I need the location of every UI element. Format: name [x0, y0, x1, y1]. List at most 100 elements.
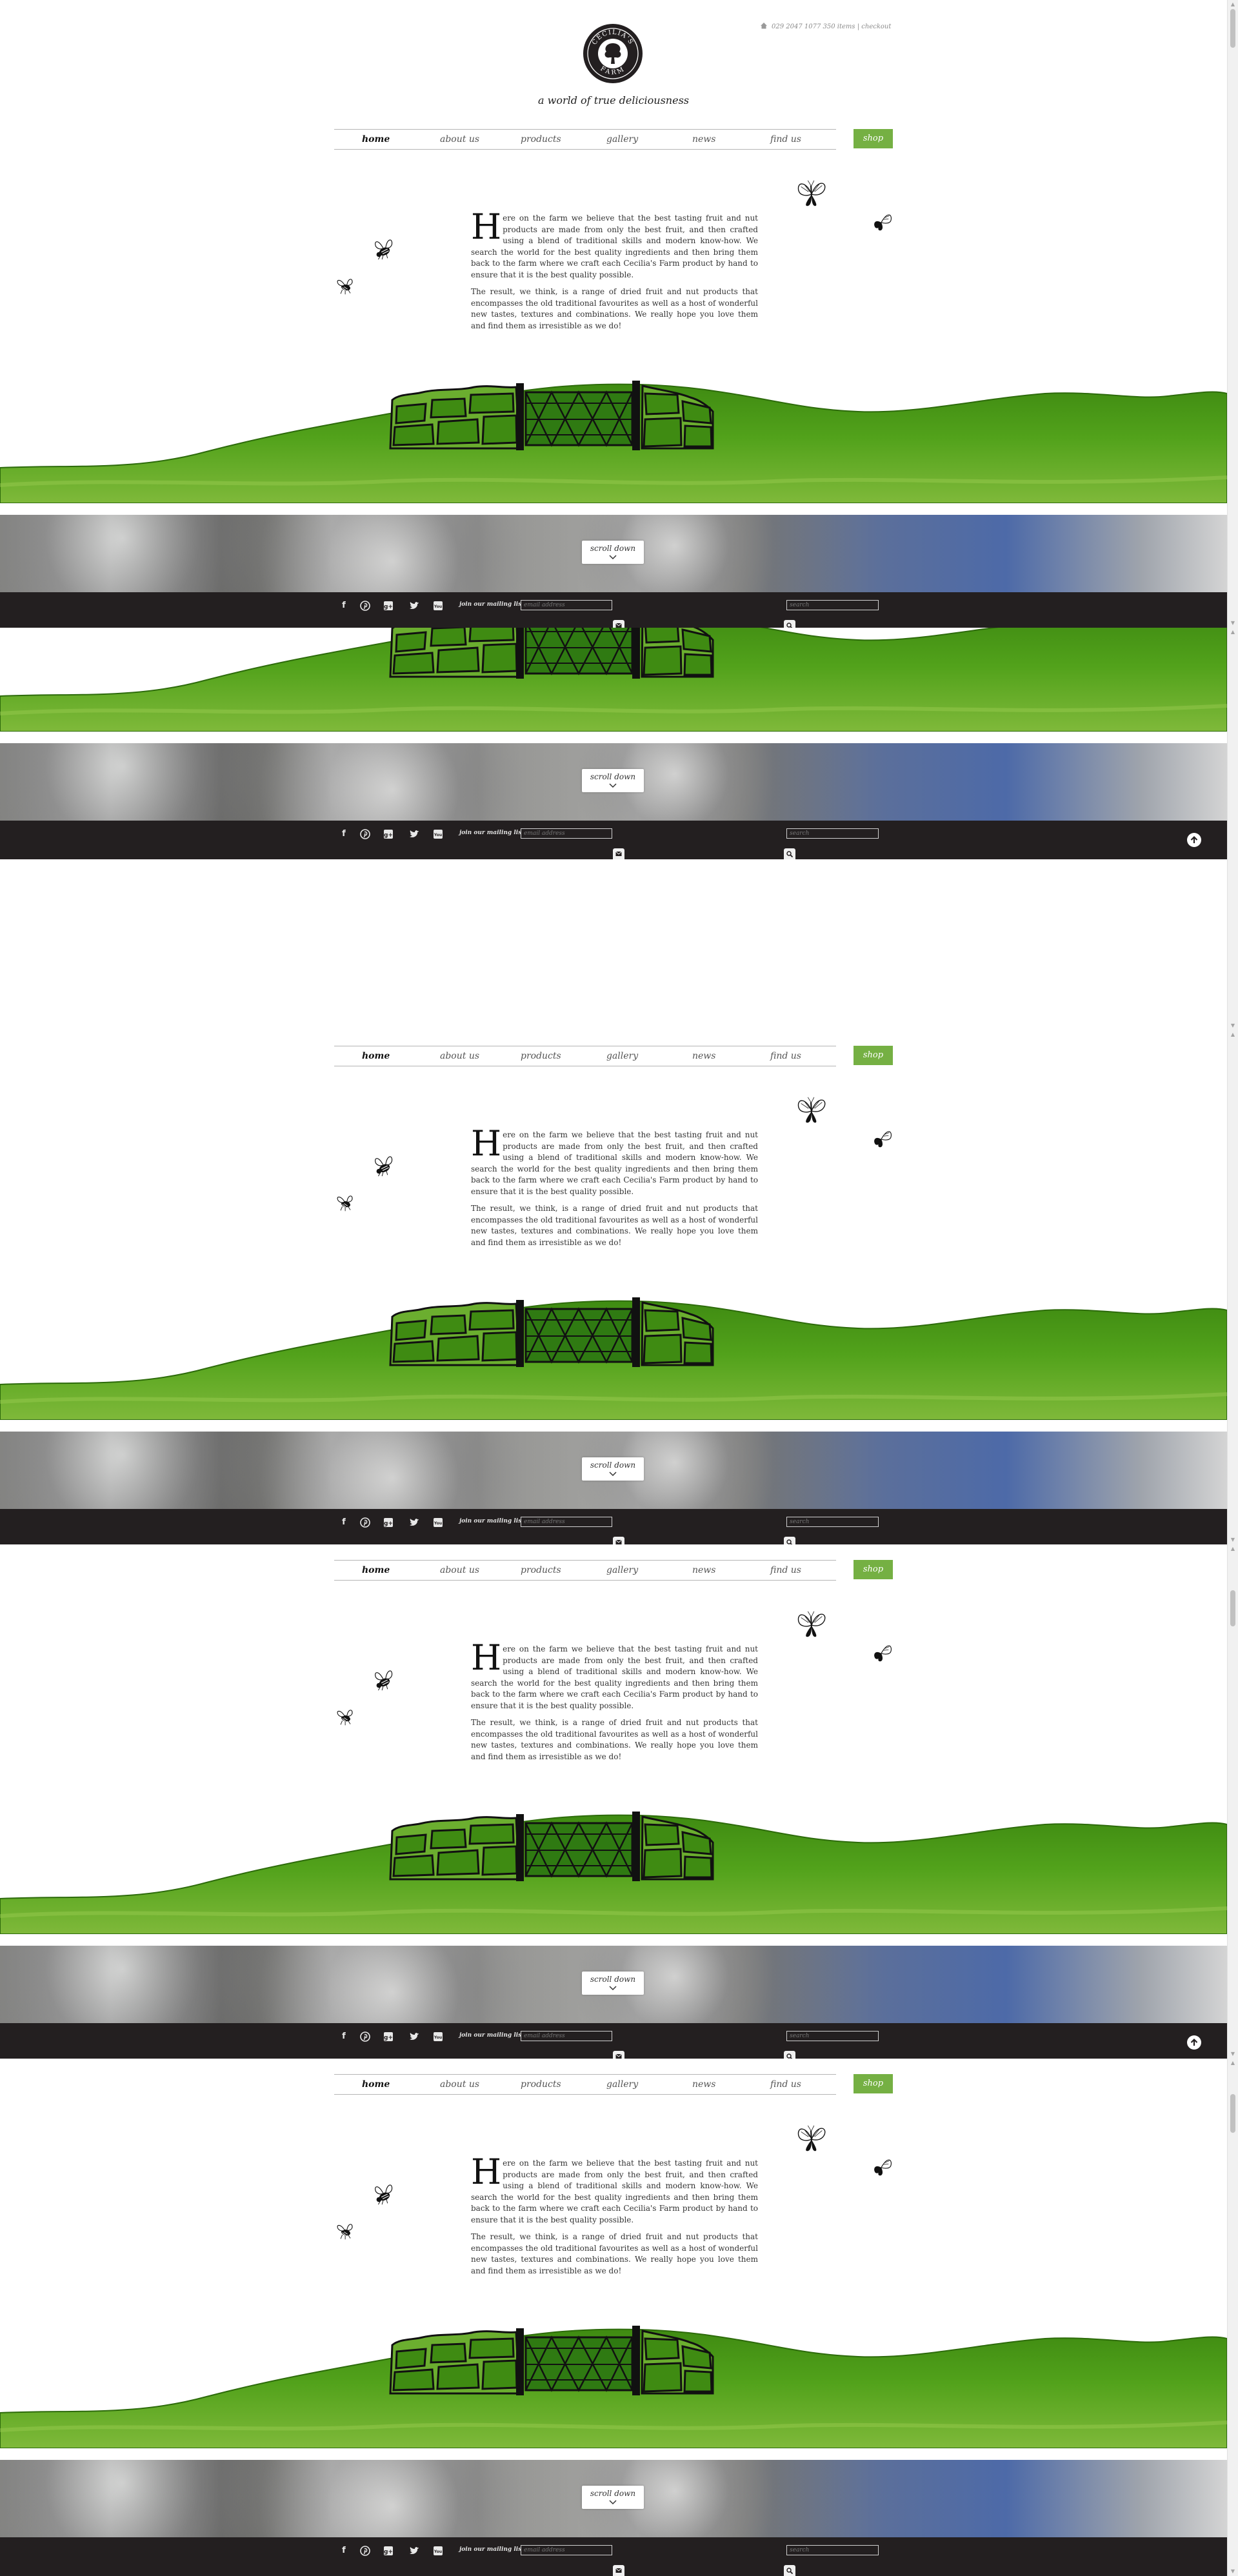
search-submit-button[interactable]: [784, 2565, 795, 2576]
nav-item-products[interactable]: products: [521, 2079, 561, 2090]
vertical-scrollbar[interactable]: ▲ ▼: [1227, 1030, 1238, 1626]
twitter-icon[interactable]: [409, 1517, 419, 1528]
nav-item-gallery[interactable]: gallery: [606, 134, 638, 145]
shop-button[interactable]: shop: [854, 129, 893, 148]
scrollbar-thumb[interactable]: [1230, 9, 1235, 48]
back-to-top-button[interactable]: [1187, 2035, 1201, 2050]
scrollbar-thumb[interactable]: [1230, 1590, 1235, 1626]
scroll-down-button[interactable]: scroll down: [582, 1457, 644, 1481]
email-submit-button[interactable]: [613, 1537, 624, 1544]
google-plus-icon[interactable]: g+: [383, 2032, 394, 2042]
farm-logo[interactable]: CECILIA'S FARM: [582, 23, 644, 85]
facebook-icon[interactable]: f: [339, 2546, 349, 2556]
search-submit-button[interactable]: [784, 620, 795, 628]
nav-item-find-us[interactable]: find us: [770, 1051, 801, 1061]
search-input[interactable]: [786, 828, 879, 839]
email-field[interactable]: [521, 2031, 612, 2041]
pinterest-icon[interactable]: [360, 2032, 370, 2042]
nav-item-gallery[interactable]: gallery: [606, 1565, 638, 1575]
nav-item-about-us[interactable]: about us: [440, 1051, 479, 1061]
facebook-icon[interactable]: f: [339, 2032, 349, 2042]
scroll-down-arrow[interactable]: ▼: [1228, 619, 1238, 628]
search-input[interactable]: [786, 1517, 879, 1527]
google-plus-icon[interactable]: g+: [383, 601, 394, 611]
google-plus-icon[interactable]: g+: [383, 829, 394, 839]
nav-item-news[interactable]: news: [692, 1051, 715, 1061]
google-plus-icon[interactable]: g+: [383, 2546, 394, 2556]
twitter-icon[interactable]: [409, 829, 419, 839]
scroll-up-arrow[interactable]: ▲: [1228, 1030, 1238, 1039]
facebook-icon[interactable]: f: [339, 829, 349, 839]
email-field[interactable]: [521, 828, 612, 839]
search-submit-button[interactable]: [784, 848, 795, 859]
facebook-icon[interactable]: f: [339, 1517, 349, 1528]
scroll-up-arrow[interactable]: ▲: [1228, 2059, 1238, 2068]
nav-item-products[interactable]: products: [521, 134, 561, 145]
nav-item-about-us[interactable]: about us: [440, 2079, 479, 2090]
scroll-down-arrow[interactable]: ▼: [1228, 1535, 1238, 1544]
pinterest-icon[interactable]: [360, 829, 370, 839]
home-icon[interactable]: [760, 22, 768, 29]
scroll-up-arrow[interactable]: ▲: [1228, 1544, 1238, 1553]
email-submit-button[interactable]: [613, 620, 624, 628]
back-to-top-button[interactable]: [1187, 833, 1201, 847]
nav-item-find-us[interactable]: find us: [770, 134, 801, 145]
email-field[interactable]: [521, 2545, 612, 2555]
scrollbar-thumb[interactable]: [1230, 2094, 1235, 2133]
search-submit-button[interactable]: [784, 1537, 795, 1544]
pinterest-icon[interactable]: [360, 1517, 370, 1528]
nav-item-home[interactable]: home: [362, 1565, 390, 1575]
nav-item-products[interactable]: products: [521, 1051, 561, 1061]
email-field[interactable]: [521, 1517, 612, 1527]
twitter-icon[interactable]: [409, 601, 419, 611]
youtube-icon[interactable]: You: [433, 829, 443, 839]
email-submit-button[interactable]: [613, 2565, 624, 2576]
vertical-scrollbar[interactable]: ▲ ▼: [1227, 1544, 1238, 2059]
vertical-scrollbar[interactable]: ▲ ▼: [1227, 2059, 1238, 2576]
pinterest-icon[interactable]: [360, 2546, 370, 2556]
nav-item-news[interactable]: news: [692, 134, 715, 145]
google-plus-icon[interactable]: g+: [383, 1517, 394, 1528]
search-input[interactable]: [786, 600, 879, 610]
youtube-icon[interactable]: You: [433, 2546, 443, 2556]
pinterest-icon[interactable]: [360, 601, 370, 611]
twitter-icon[interactable]: [409, 2032, 419, 2042]
scroll-down-arrow[interactable]: ▼: [1228, 1021, 1238, 1030]
nav-item-products[interactable]: products: [521, 1565, 561, 1575]
scroll-down-button[interactable]: scroll down: [582, 1972, 644, 1995]
nav-item-home[interactable]: home: [362, 2079, 390, 2090]
nav-item-gallery[interactable]: gallery: [606, 1051, 638, 1061]
scroll-down-button[interactable]: scroll down: [582, 541, 644, 564]
search-input[interactable]: [786, 2031, 879, 2041]
search-submit-button[interactable]: [784, 2051, 795, 2059]
scroll-down-arrow[interactable]: ▼: [1228, 2050, 1238, 2059]
youtube-icon[interactable]: You: [433, 2032, 443, 2042]
nav-item-find-us[interactable]: find us: [770, 2079, 801, 2090]
nav-item-about-us[interactable]: about us: [440, 1565, 479, 1575]
nav-item-home[interactable]: home: [362, 1051, 390, 1061]
scroll-down-button[interactable]: scroll down: [582, 2486, 644, 2509]
shop-button[interactable]: shop: [854, 1560, 893, 1579]
vertical-scrollbar[interactable]: ▲ ▼: [1227, 0, 1238, 628]
twitter-icon[interactable]: [409, 2546, 419, 2556]
nav-item-news[interactable]: news: [692, 2079, 715, 2090]
nav-item-home[interactable]: home: [362, 134, 390, 145]
youtube-icon[interactable]: You: [433, 1517, 443, 1528]
email-field[interactable]: [521, 600, 612, 610]
scroll-down-button[interactable]: scroll down: [582, 769, 644, 792]
nav-item-find-us[interactable]: find us: [770, 1565, 801, 1575]
nav-item-news[interactable]: news: [692, 1565, 715, 1575]
search-input[interactable]: [786, 2545, 879, 2555]
email-submit-button[interactable]: [613, 2051, 624, 2059]
facebook-icon[interactable]: f: [339, 601, 349, 611]
nav-item-about-us[interactable]: about us: [440, 134, 479, 145]
scroll-up-arrow[interactable]: ▲: [1228, 628, 1238, 637]
shop-button[interactable]: shop: [854, 1046, 893, 1065]
scroll-up-arrow[interactable]: ▲: [1228, 0, 1238, 9]
vertical-scrollbar[interactable]: ▲ ▼: [1227, 628, 1238, 1105]
shop-button[interactable]: shop: [854, 2074, 893, 2093]
basket-items[interactable]: 350 items: [823, 23, 855, 30]
email-submit-button[interactable]: [613, 848, 624, 859]
checkout-link[interactable]: checkout: [861, 23, 891, 30]
scroll-down-arrow[interactable]: ▼: [1228, 2567, 1238, 2576]
